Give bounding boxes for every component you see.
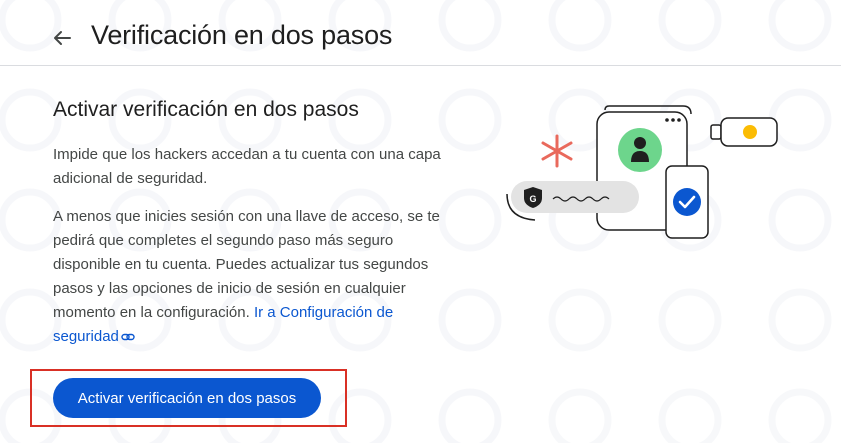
back-button[interactable] — [48, 24, 76, 52]
info-text: A menos que inicies sesión con una llave… — [53, 205, 453, 349]
link-icon — [121, 333, 135, 341]
security-illustration: G — [506, 105, 778, 239]
section-title: Activar verificación en dos pasos — [53, 98, 359, 121]
badge-letter: G — [529, 194, 536, 204]
page-title: Verificación en dos pasos — [91, 20, 393, 50]
security-key-icon — [710, 117, 778, 147]
person-badge-icon — [618, 128, 662, 172]
description-text: Impide que los hackers accedan a tu cuen… — [53, 146, 441, 187]
asterisk-icon — [541, 134, 573, 168]
activate-2sv-button[interactable]: Activar verificación en dos pasos — [53, 378, 321, 418]
page-header: Verificación en dos pasos — [0, 0, 841, 66]
check-circle-icon — [673, 188, 701, 216]
arrow-back-icon — [54, 31, 71, 45]
